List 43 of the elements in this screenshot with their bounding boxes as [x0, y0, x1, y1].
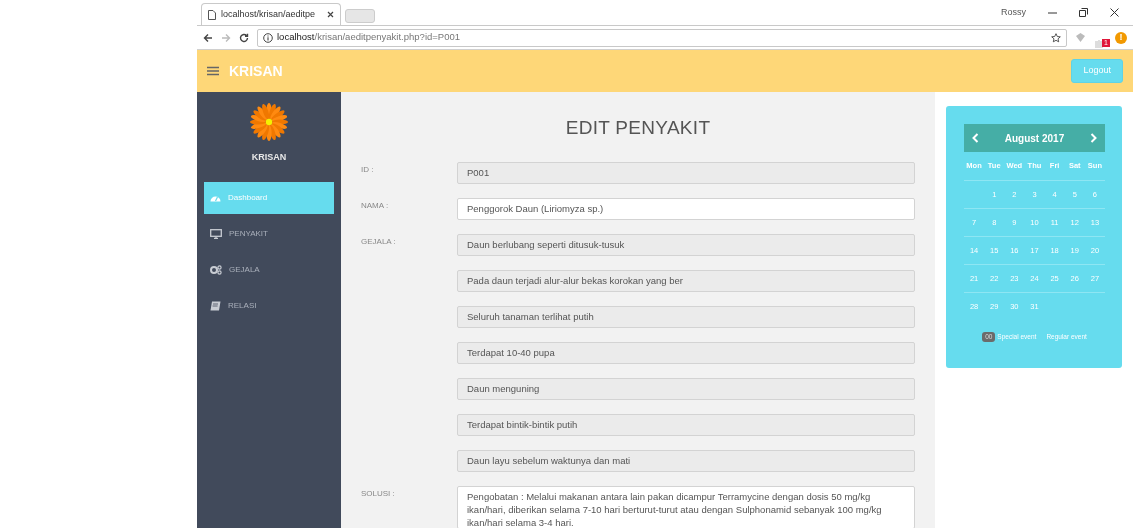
restore-icon[interactable] [1079, 8, 1088, 17]
browser-tab[interactable]: localhost/krisan/aeditpe [201, 3, 341, 25]
input-field[interactable]: Pada daun terjadi alur-alur bekas korokan yang ber [457, 269, 915, 292]
close-icon[interactable] [327, 11, 334, 18]
chevron-left-icon[interactable] [972, 133, 979, 143]
sidebar-item[interactable]: PENYAKIT [204, 217, 334, 250]
input-field[interactable]: Daun berlubang seperti ditusuk-tusuk [457, 233, 915, 256]
page-title: EDIT PENYAKIT [564, 116, 712, 140]
field-label: ID : [361, 163, 375, 176]
input-field[interactable]: Terdapat bintik-bintik putih [457, 413, 915, 436]
text-area[interactable]: Pengobatan : Melalui makanan antara lain pakan dicampur Terramycine dengan dosis 50 mg/kg ikan/hari, diberikan selama 7-10 hari berturut-turut atau dengan Sulphonamid sebanyak 100 mg/kg ikan/hari selama 3-4 hari. [457, 485, 915, 528]
logout-button[interactable]: Logout [1071, 59, 1123, 83]
reload-icon[interactable] [239, 32, 249, 43]
field-label: SOLUSI : [361, 487, 396, 500]
sidebar-item[interactable]: Dashboard [204, 181, 334, 214]
address-bar[interactable]: localhost/krisan/aeditpenyakit.php?id=P001 [257, 28, 1067, 47]
tab-title: localhost/krisan/aeditpe [221, 7, 317, 21]
star-icon[interactable] [1051, 32, 1061, 43]
profile-name[interactable]: Rossy [1001, 5, 1026, 20]
back-icon[interactable] [203, 32, 213, 43]
alert-button[interactable]: ! [1115, 31, 1127, 44]
chevron-right-icon[interactable] [1090, 133, 1097, 143]
info-icon [263, 32, 273, 43]
close-icon[interactable] [1110, 8, 1119, 17]
book-icon [210, 300, 221, 311]
monitor-icon [210, 228, 222, 239]
calendar-month: August 2017 [1004, 131, 1065, 146]
sidebar-item[interactable]: RELASI [204, 289, 334, 322]
page-icon [208, 9, 216, 20]
field-label: GEJALA : [361, 235, 397, 248]
field-label: NAMA : [361, 199, 390, 212]
sidebar-item[interactable]: GEJALA [204, 253, 334, 286]
input-field[interactable]: Seluruh tanaman terlihat putih [457, 305, 915, 328]
logo-text: KRISAN [251, 151, 287, 164]
flower-logo [249, 102, 289, 142]
input-field[interactable]: Daun layu sebelum waktunya dan mati [457, 449, 915, 472]
menu-icon[interactable] [207, 66, 219, 76]
input-field[interactable]: Penggorok Daun (Liriomyza sp.) [457, 197, 915, 220]
input-field[interactable]: P001 [457, 161, 915, 184]
input-field[interactable]: Daun menguning [457, 377, 915, 400]
gears-icon [210, 264, 222, 275]
input-field[interactable]: Terdapat 10-40 pupa [457, 341, 915, 364]
brand-title[interactable]: KRISAN [229, 60, 283, 82]
